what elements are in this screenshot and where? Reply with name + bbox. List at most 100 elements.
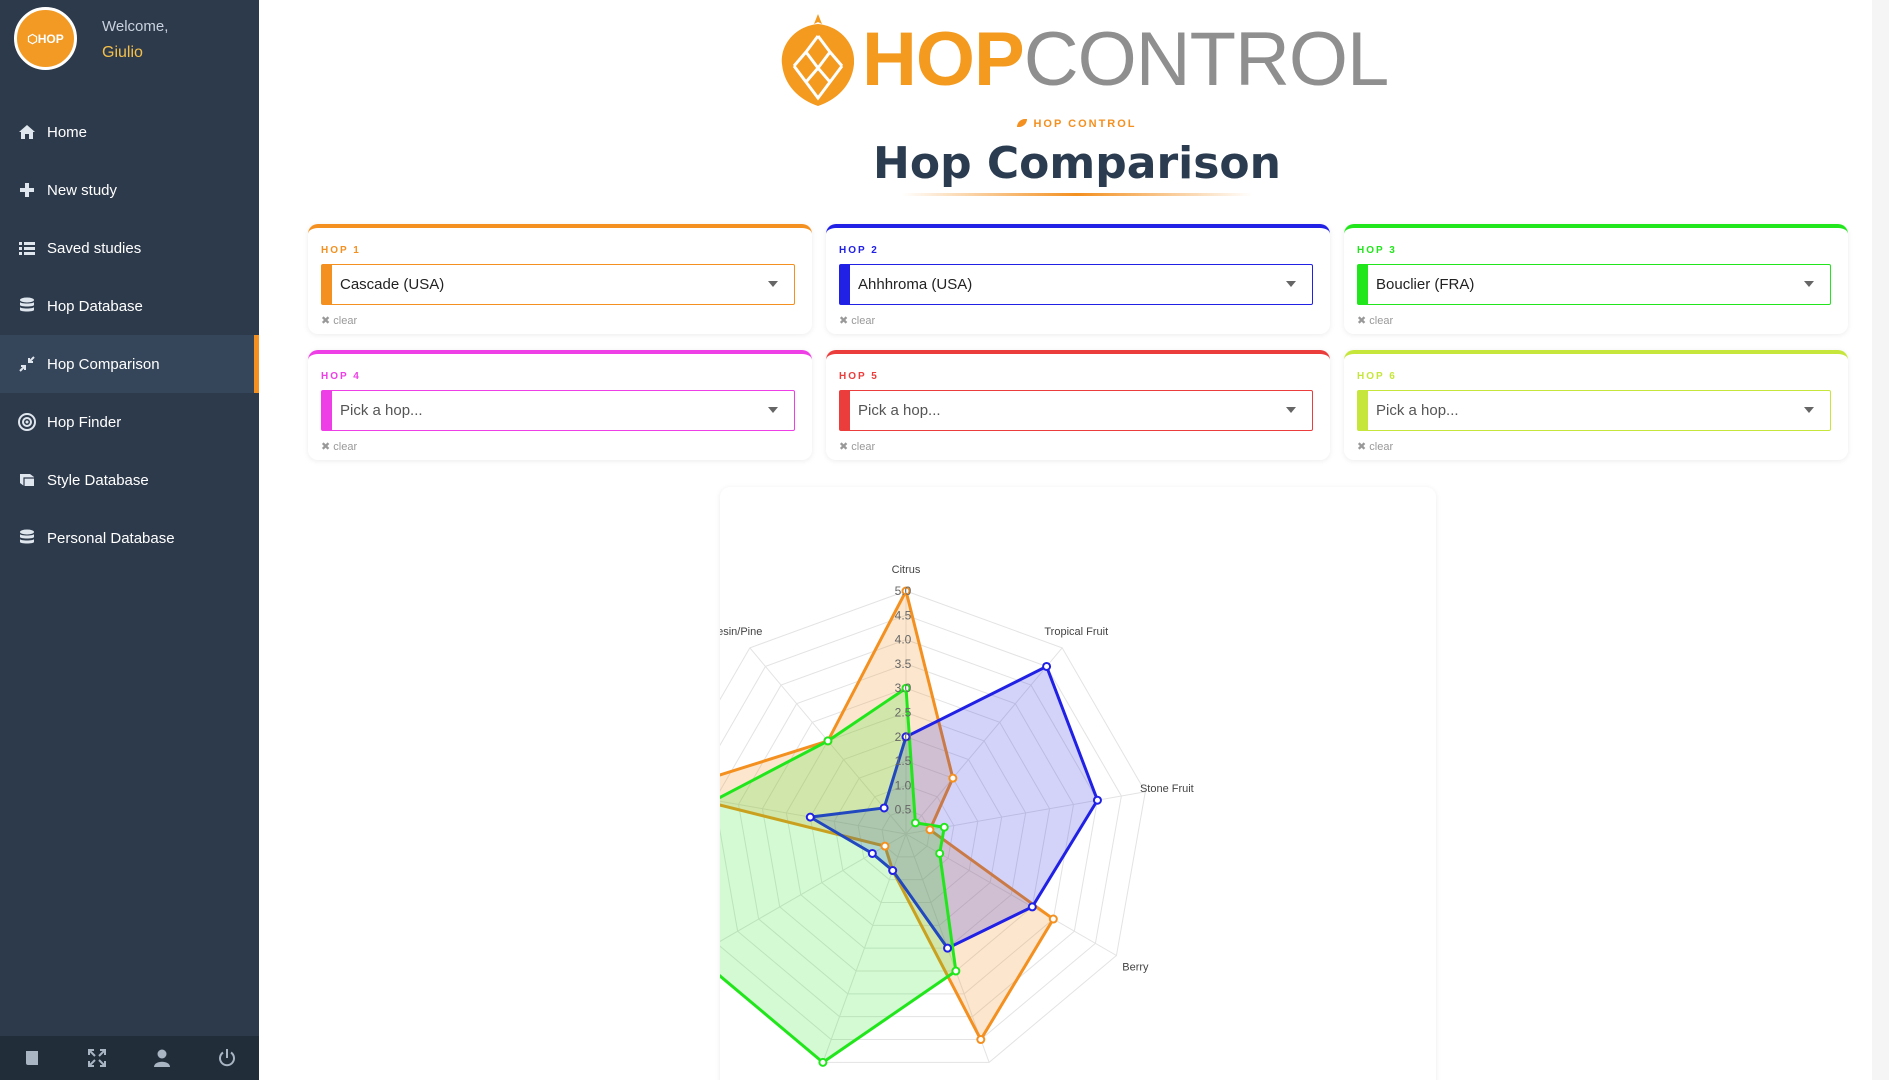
- hop-card-4: HOP 4 Pick a hop... ✖ clear: [308, 350, 812, 460]
- hop-label: HOP 3: [1357, 245, 1397, 256]
- tick-label: 0.5: [895, 803, 912, 817]
- hop-select-value: Bouclier (FRA): [1376, 276, 1475, 293]
- chevron-down-icon: [768, 281, 778, 287]
- hop-select-1[interactable]: Cascade (USA): [321, 264, 795, 305]
- sidebar-item-home[interactable]: Home: [0, 103, 259, 161]
- profile-section: ⬡HOP Welcome, Giulio: [0, 0, 259, 100]
- hop-select-5[interactable]: Pick a hop...: [839, 390, 1313, 431]
- chevron-down-icon: [1286, 407, 1296, 413]
- sidebar-item-label: Personal Database: [47, 529, 175, 547]
- data-point[interactable]: [1027, 902, 1037, 912]
- power-icon[interactable]: [215, 1046, 239, 1070]
- hopcontrol-logo: HOP CONTROL: [774, 10, 1424, 110]
- clear-button[interactable]: ✖ clear: [321, 314, 357, 327]
- hop-select-6[interactable]: Pick a hop...: [1357, 390, 1831, 431]
- user-icon[interactable]: [150, 1046, 174, 1070]
- clear-label: clear: [851, 441, 876, 453]
- hop-card-6: HOP 6 Pick a hop... ✖ clear: [1344, 350, 1848, 460]
- page-kicker: HOP CONTROL: [282, 118, 1872, 130]
- clear-button[interactable]: ✖ clear: [839, 314, 875, 327]
- clear-label: clear: [333, 315, 358, 327]
- data-point[interactable]: [888, 866, 898, 876]
- welcome-text: Welcome,: [102, 18, 169, 35]
- target-icon: [16, 411, 38, 433]
- logo-control-text: CONTROL: [1023, 17, 1390, 102]
- clear-button[interactable]: ✖ clear: [321, 440, 357, 453]
- hop-card-5: HOP 5 Pick a hop... ✖ clear: [826, 350, 1330, 460]
- sidebar-item-style-database[interactable]: Style Database: [0, 451, 259, 509]
- scrollbar[interactable]: [1872, 0, 1889, 1080]
- hop-card-3: HOP 3 Bouclier (FRA) ✖ clear: [1344, 224, 1848, 334]
- data-point[interactable]: [935, 848, 945, 858]
- hop-label: HOP 6: [1357, 371, 1397, 382]
- tick-label: 2.5: [895, 706, 912, 720]
- data-point[interactable]: [805, 812, 815, 822]
- data-point[interactable]: [1092, 795, 1102, 805]
- clear-button[interactable]: ✖ clear: [1357, 314, 1393, 327]
- sidebar: ⬡HOP Welcome, Giulio Home New study Save…: [0, 0, 259, 1080]
- hop-label: HOP 5: [839, 371, 879, 382]
- home-icon: [16, 121, 38, 143]
- data-point[interactable]: [951, 966, 961, 976]
- kicker-text: HOP CONTROL: [1033, 118, 1137, 130]
- expand-icon[interactable]: [85, 1046, 109, 1070]
- tick-label: 4.5: [895, 608, 912, 622]
- chevron-down-icon: [1286, 281, 1296, 287]
- avatar[interactable]: ⬡HOP: [14, 7, 77, 70]
- sidebar-item-hop-comparison[interactable]: Hop Comparison: [0, 335, 259, 393]
- hop-select-3[interactable]: Bouclier (FRA): [1357, 264, 1831, 305]
- radar-chart-card: 0.5 1.0 1.5 2.0 2.5 3.0 3.5 4.0 4.5 5.0 Citrus Trop…: [631, 487, 1436, 1080]
- tick-label: 2.0: [895, 730, 912, 744]
- title-underline: [902, 193, 1252, 196]
- axis-label: Stone Fruit: [1140, 783, 1194, 795]
- hop-select-placeholder: Pick a hop...: [858, 402, 941, 419]
- data-point[interactable]: [818, 1057, 828, 1067]
- hop-select-4[interactable]: Pick a hop...: [321, 390, 795, 431]
- axis-label: Resin/Pine: [720, 626, 762, 638]
- data-point[interactable]: [867, 848, 877, 858]
- tick-label: 1.5: [895, 754, 912, 768]
- sidebar-item-personal-database[interactable]: Personal Database: [0, 509, 259, 567]
- page-title: Hop Comparison: [873, 138, 1281, 189]
- data-point[interactable]: [880, 841, 890, 851]
- clear-button[interactable]: ✖ clear: [839, 440, 875, 453]
- tick-label: 4.0: [895, 633, 912, 647]
- sidebar-item-hop-finder[interactable]: Hop Finder: [0, 393, 259, 451]
- data-point[interactable]: [948, 773, 958, 783]
- sidebar-item-label: Style Database: [47, 471, 149, 489]
- database-icon: [16, 527, 38, 549]
- leaf-icon: [1017, 119, 1028, 127]
- data-point[interactable]: [939, 822, 949, 832]
- data-point[interactable]: [823, 736, 833, 746]
- close-icon: ✖: [1357, 441, 1370, 453]
- sidebar-item-new-study[interactable]: New study: [0, 161, 259, 219]
- close-icon: ✖: [839, 315, 852, 327]
- sidebar-menu: Home New study Saved studies Hop Databas…: [0, 103, 259, 567]
- tick-label: 5.0: [895, 584, 912, 598]
- sidebar-item-label: Hop Comparison: [47, 355, 160, 373]
- sidebar-item-saved-studies[interactable]: Saved studies: [0, 219, 259, 277]
- logo-hop-text: HOP: [862, 17, 1025, 102]
- data-point[interactable]: [910, 818, 920, 828]
- axis-label: Citrus: [892, 564, 921, 576]
- chevron-down-icon: [768, 407, 778, 413]
- book-icon[interactable]: [20, 1046, 44, 1070]
- axis-label: Tropical Fruit: [1044, 626, 1108, 638]
- data-point[interactable]: [1048, 914, 1058, 924]
- axis-label: Berry: [1122, 961, 1149, 973]
- data-point[interactable]: [976, 1035, 986, 1045]
- clear-label: clear: [333, 441, 358, 453]
- close-icon: ✖: [321, 315, 334, 327]
- sidebar-item-hop-database[interactable]: Hop Database: [0, 277, 259, 335]
- data-point[interactable]: [943, 943, 953, 953]
- data-point[interactable]: [879, 803, 889, 813]
- data-point[interactable]: [925, 825, 935, 835]
- compress-icon: [16, 353, 38, 375]
- sidebar-item-label: Saved studies: [47, 239, 142, 257]
- data-point[interactable]: [1042, 661, 1052, 671]
- tick-label: 3.5: [895, 657, 912, 671]
- clear-button[interactable]: ✖ clear: [1357, 440, 1393, 453]
- hop-select-2[interactable]: Ahhhroma (USA): [839, 264, 1313, 305]
- hop-label: HOP 4: [321, 371, 361, 382]
- hop-select-placeholder: Pick a hop...: [340, 402, 423, 419]
